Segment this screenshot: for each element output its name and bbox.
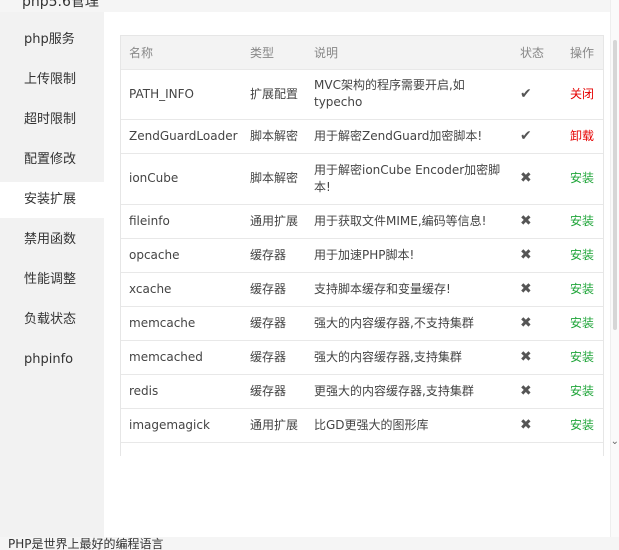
table-row: ZendGuardLoader 脚本解密 用于解密ZendGuard加密脚本! … xyxy=(121,118,603,153)
action-cell: 安装 xyxy=(562,305,603,340)
install-link[interactable]: 安装 xyxy=(570,214,594,228)
cross-icon: ✖ xyxy=(512,271,562,306)
ext-desc: 支持脚本缓存和变量缓存! xyxy=(306,271,512,306)
table-row-partial xyxy=(121,441,603,456)
ext-desc: 强大的内容缓存器,支持集群 xyxy=(306,339,512,374)
ext-name: imagemagick xyxy=(121,407,242,442)
check-icon: ✔ xyxy=(512,68,562,119)
close-link[interactable]: 关闭 xyxy=(570,87,594,101)
table-row: PATH_INFO 扩展配置 MVC架构的程序需要开启,如typecho ✔ 关… xyxy=(121,68,603,119)
ext-type: 通用扩展 xyxy=(242,407,306,442)
ext-desc: MVC架构的程序需要开启,如typecho xyxy=(306,68,512,119)
install-link[interactable]: 安装 xyxy=(570,171,594,185)
table-row: memcache 缓存器 强大的内容缓存器,不支持集群 ✖ 安装 xyxy=(121,305,603,340)
install-link[interactable]: 安装 xyxy=(570,418,594,432)
sidebar-item-load-status[interactable]: 负载状态 xyxy=(0,302,104,338)
table-row: fileinfo 通用扩展 用于获取文件MIME,编码等信息! ✖ 安装 xyxy=(121,203,603,238)
ext-desc: 用于解密ionCube Encoder加密脚本! xyxy=(306,152,512,204)
table-header-row: 名称 类型 说明 状态 操作 xyxy=(121,36,603,69)
cross-icon: ✖ xyxy=(512,203,562,238)
ext-type: 缓存器 xyxy=(242,339,306,374)
action-cell: 安装 xyxy=(562,373,603,408)
ext-type: 缓存器 xyxy=(242,305,306,340)
ext-desc: 强大的内容缓存器,不支持集群 xyxy=(306,305,512,340)
header-status: 状态 xyxy=(520,45,545,60)
ext-type: 通用扩展 xyxy=(242,203,306,238)
cross-icon: ✖ xyxy=(512,237,562,272)
ext-desc: 用于加速PHP脚本! xyxy=(306,237,512,272)
ext-name: memcached xyxy=(121,339,242,374)
action-cell: 安装 xyxy=(562,407,603,442)
header-type: 类型 xyxy=(250,45,275,60)
install-link[interactable]: 安装 xyxy=(570,282,594,296)
ext-name: PATH_INFO xyxy=(121,68,242,119)
sidebar-item-upload-limit[interactable]: 上传限制 xyxy=(0,62,104,98)
sidebar-item-php-service[interactable]: php服务 xyxy=(0,22,104,58)
cross-icon: ✖ xyxy=(512,373,562,408)
ext-desc: 用于获取文件MIME,编码等信息! xyxy=(306,203,512,238)
ext-name: ZendGuardLoader xyxy=(121,118,242,153)
ext-desc: 比GD更强大的图形库 xyxy=(306,407,512,442)
check-icon: ✔ xyxy=(512,118,562,153)
cross-icon: ✖ xyxy=(512,339,562,374)
sidebar-item-phpinfo[interactable]: phpinfo xyxy=(0,342,104,378)
action-cell: 安装 xyxy=(562,339,603,374)
sidebar-item-performance[interactable]: 性能调整 xyxy=(0,262,104,298)
ext-type: 脚本解密 xyxy=(242,152,306,204)
sidebar-item-install-extension[interactable]: 安装扩展 xyxy=(0,182,104,218)
background-scrollbar[interactable] xyxy=(610,0,619,550)
ext-type: 脚本解密 xyxy=(242,118,306,153)
install-link[interactable]: 安装 xyxy=(570,384,594,398)
background-page-fragment: PHP是世界上最好的编程语言 xyxy=(0,537,619,550)
scrollbar-thumb[interactable] xyxy=(613,40,617,330)
sidebar-item-config-edit[interactable]: 配置修改 xyxy=(0,142,104,178)
action-cell: 安装 xyxy=(562,271,603,306)
table-row: memcached 缓存器 强大的内容缓存器,支持集群 ✖ 安装 xyxy=(121,339,603,374)
table-row: xcache 缓存器 支持脚本缓存和变量缓存! ✖ 安装 xyxy=(121,271,603,306)
uninstall-link[interactable]: 卸载 xyxy=(570,129,594,143)
action-cell: 关闭 xyxy=(562,68,603,119)
header-name: 名称 xyxy=(129,45,154,60)
sidebar: php服务 上传限制 超时限制 配置修改 安装扩展 禁用函数 性能调整 负载状态… xyxy=(0,12,104,538)
ext-name: opcache xyxy=(121,237,242,272)
ext-type: 缓存器 xyxy=(242,373,306,408)
sidebar-item-disabled-functions[interactable]: 禁用函数 xyxy=(0,222,104,258)
ext-desc: 用于解密ZendGuard加密脚本! xyxy=(306,118,512,153)
cross-icon: ✖ xyxy=(512,305,562,340)
header-desc: 说明 xyxy=(314,45,339,60)
install-link[interactable]: 安装 xyxy=(570,316,594,330)
table-row: redis 缓存器 更强大的内容缓存器,支持集群 ✖ 安装 xyxy=(121,373,603,408)
table-row: imagemagick 通用扩展 比GD更强大的图形库 ✖ 安装 xyxy=(121,407,603,442)
background-text: PHP是世界上最好的编程语言 xyxy=(8,537,164,550)
sidebar-item-timeout-limit[interactable]: 超时限制 xyxy=(0,102,104,138)
ext-name: redis xyxy=(121,373,242,408)
chevron-down-icon: ⌄ xyxy=(610,436,619,447)
cross-icon: ✖ xyxy=(512,152,562,204)
ext-name: ionCube xyxy=(121,152,242,204)
header-action: 操作 xyxy=(570,45,595,60)
extension-table-panel: 名称 类型 说明 状态 操作 PATH_INFO 扩展配置 MVC架构的程序需要… xyxy=(120,35,604,456)
extension-table: 名称 类型 说明 状态 操作 PATH_INFO 扩展配置 MVC架构的程序需要… xyxy=(121,36,603,456)
install-link[interactable]: 安装 xyxy=(570,350,594,364)
table-row: ionCube 脚本解密 用于解密ionCube Encoder加密脚本! ✖ … xyxy=(121,152,603,204)
ext-type: 缓存器 xyxy=(242,237,306,272)
action-cell: 卸载 xyxy=(562,118,603,153)
ext-name: fileinfo xyxy=(121,203,242,238)
window-title: php5.6管理 xyxy=(22,0,99,10)
ext-name: memcache xyxy=(121,305,242,340)
action-cell: 安装 xyxy=(562,237,603,272)
action-cell: 安装 xyxy=(562,203,603,238)
table-row: opcache 缓存器 用于加速PHP脚本! ✖ 安装 xyxy=(121,237,603,272)
action-cell: 安装 xyxy=(562,152,603,204)
ext-desc: 更强大的内容缓存器,支持集群 xyxy=(306,373,512,408)
ext-type: 缓存器 xyxy=(242,271,306,306)
ext-type: 扩展配置 xyxy=(242,68,306,119)
install-link[interactable]: 安装 xyxy=(570,248,594,262)
ext-name: xcache xyxy=(121,271,242,306)
cross-icon: ✖ xyxy=(512,407,562,442)
window-title-bar: php5.6管理 xyxy=(0,0,619,12)
